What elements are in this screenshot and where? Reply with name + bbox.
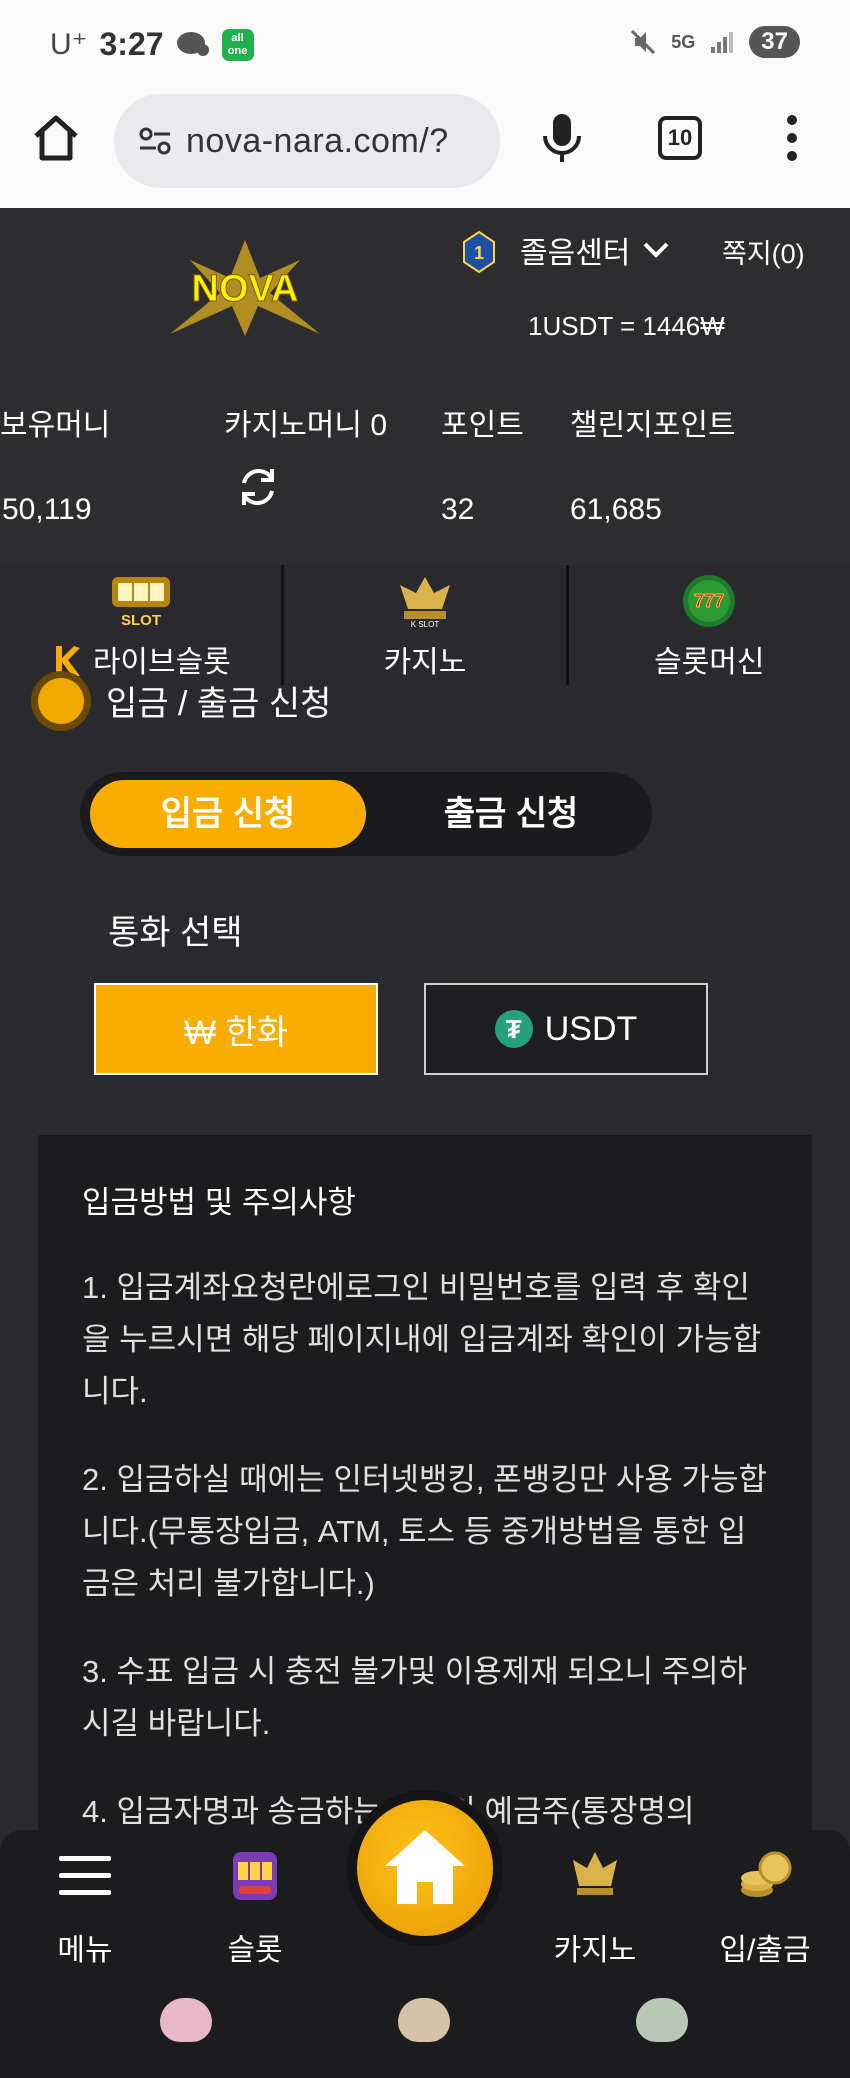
svg-text:1: 1 [474, 243, 484, 263]
casino-money-label: 카지노머니 0 [224, 409, 388, 442]
message-link[interactable]: 쪽지(0) [722, 232, 805, 271]
category-label: 슬롯머신 [654, 646, 765, 679]
k-logo-icon [56, 646, 81, 676]
withdraw-request-tab[interactable]: 출금 신청 [380, 780, 642, 848]
refresh-icon[interactable] [236, 465, 280, 509]
nav-deposit-withdraw[interactable]: 입/출금 [695, 1846, 835, 1969]
777-slots-icon: 777 [683, 575, 736, 627]
nav-home-button[interactable] [347, 1790, 503, 1946]
category-slot-machine[interactable]: 777 슬롯머신 [568, 565, 850, 685]
challenge-point-value: 61,685 [570, 493, 662, 526]
microphone-icon[interactable] [540, 112, 584, 164]
chevron-down-icon [643, 242, 669, 258]
category-label: 라이브슬롯 [0, 637, 281, 681]
notice-item: 3. 수표 입금 시 충전 불가및 이용제재 되오니 주의하시길 바랍니다. [82, 1654, 748, 1741]
deposit-request-tab[interactable]: 입금 신청 [90, 780, 366, 848]
mute-icon [631, 29, 656, 55]
home-button-face [357, 1800, 493, 1936]
section-title: 입금 / 출금 신청 [38, 676, 331, 725]
holding-money-label: 보유머니 [0, 409, 111, 442]
section-dot-icon [38, 677, 84, 724]
battery-indicator: 37 [749, 26, 800, 58]
site-settings-icon[interactable] [138, 126, 172, 156]
address-bar[interactable]: nova-nara.com/? [114, 94, 500, 188]
nav-label: 입/출금 [719, 1934, 811, 1967]
svg-text:777: 777 [694, 591, 724, 611]
status-bar: U⁺ 3:27 all one 5G 37 [0, 0, 850, 90]
nav-menu[interactable]: 메뉴 [15, 1846, 155, 1969]
k-slot-crown-icon [573, 1852, 617, 1895]
coins-icon [741, 1851, 792, 1897]
browser-home-icon[interactable] [30, 112, 82, 164]
rank-badge-icon: 1 [463, 230, 495, 274]
usdt-label: USDT [544, 1009, 638, 1048]
notice-title: 입금방법 및 주의사항 [82, 1185, 356, 1220]
category-casino[interactable]: K SLOT 카지노 [284, 565, 566, 685]
bottom-navigation: 메뉴 슬롯 카지노 입/출금 [0, 1790, 850, 2078]
category-tabs: SLOT 라이브슬롯 K SLOT 카지노 777 슬롯머신 [0, 565, 850, 685]
more-options-icon[interactable] [780, 112, 804, 164]
home-icon [385, 1830, 465, 1904]
network-type: 5G [671, 31, 696, 52]
nova-logo[interactable]: NOVA [150, 238, 340, 338]
holding-money-value: 50,119 [2, 493, 92, 526]
svg-text:K SLOT: K SLOT [411, 620, 440, 629]
hamburger-menu-icon [59, 1856, 111, 1895]
carrier-label: U⁺ [50, 28, 88, 61]
slot-machine-icon [233, 1852, 277, 1900]
support-center-label: 졸음센터 [520, 237, 631, 270]
category-label: 카지노 [383, 646, 467, 679]
chat-icon [176, 31, 209, 56]
all-one-app-icon: all one [221, 28, 254, 61]
krw-currency-button[interactable]: ₩ 한화 [94, 983, 378, 1075]
deposit-withdraw-toggle: 입금 신청 출금 신청 [80, 772, 652, 856]
section-title-text: 입금 / 출금 신청 [106, 685, 332, 723]
nav-label: 슬롯 [227, 1934, 283, 1967]
challenge-point-label: 챌린지포인트 [570, 409, 736, 442]
url-text[interactable]: nova-nara.com/? [186, 122, 449, 161]
point-value: 32 [441, 493, 475, 526]
beige-frog-icon [398, 1998, 450, 2042]
nav-slot[interactable]: 슬롯 [185, 1846, 325, 1969]
pink-frog-icon [160, 1998, 212, 2042]
nav-label: 메뉴 [57, 1934, 113, 1967]
krw-label: ₩ 한화 [183, 1013, 289, 1052]
support-center-menu[interactable]: 졸음센터 [520, 228, 670, 272]
tab-switcher-button[interactable]: 10 [658, 116, 702, 160]
browser-toolbar: nova-nara.com/? 10 [0, 90, 850, 208]
usdt-currency-button[interactable]: ₮ USDT [424, 983, 708, 1075]
site-header: NOVA 1 졸음센터 쪽지(0) 1USDT = 1446₩ [0, 208, 850, 373]
svg-text:NOVA: NOVA [192, 268, 299, 310]
decorative-row [0, 1998, 850, 2058]
nav-label: 카지노 [553, 1934, 637, 1967]
point-label: 포인트 [441, 409, 524, 442]
currency-select-label: 통화 선택 [108, 914, 243, 952]
exchange-rate: 1USDT = 1446₩ [528, 311, 725, 341]
svg-text:SLOT: SLOT [121, 612, 161, 629]
notice-item: 2. 입금하실 때에는 인터넷뱅킹, 폰뱅킹만 사용 가능합니다.(무통장입금,… [82, 1462, 768, 1601]
notice-item: 1. 입금계좌요청란에로그인 비밀번호를 입력 후 확인을 누르시면 해당 페이… [82, 1270, 762, 1409]
category-live-slot[interactable]: SLOT 라이브슬롯 [0, 565, 282, 685]
nav-casino[interactable]: 카지노 [525, 1846, 665, 1969]
signal-icon [711, 32, 734, 53]
tether-icon: ₮ [494, 1010, 533, 1048]
live-slot-icon: SLOT [111, 577, 170, 629]
green-frog-icon [636, 1998, 688, 2042]
clock: 3:27 [99, 26, 164, 62]
deposit-notice-panel: 입금방법 및 주의사항 1. 입금계좌요청란에로그인 비밀번호를 입력 후 확인… [38, 1135, 812, 1835]
balance-panel: 보유머니 카지노머니 0 포인트 챌린지포인트 50,119 32 61,685 [0, 373, 850, 565]
k-slot-crown-icon: K SLOT [399, 577, 450, 629]
